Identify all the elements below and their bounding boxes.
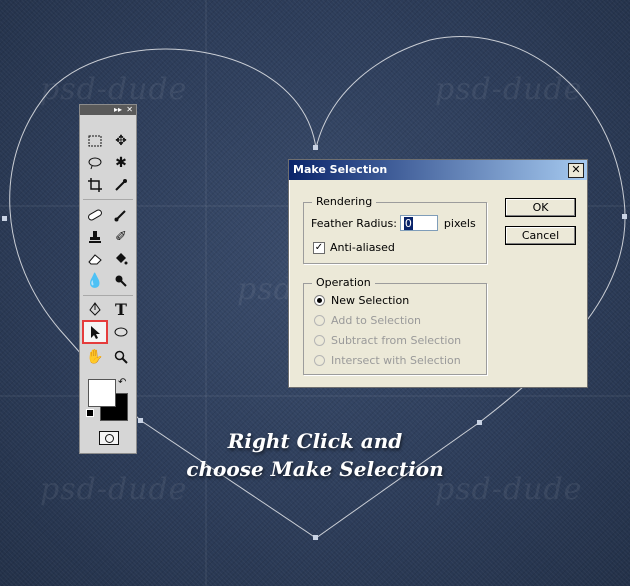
- droplet-icon: 💧: [86, 273, 104, 289]
- anchor-point: [138, 418, 143, 423]
- ok-button[interactable]: OK: [505, 198, 576, 217]
- caption-line-2: choose Make Selection: [186, 457, 444, 481]
- radio-button[interactable]: [314, 315, 325, 326]
- history-brush-tool[interactable]: ✐: [110, 227, 132, 247]
- tools-panel: ▸▸ ✕ ✥ ✱ ✐ 💧 T ✋ ↶: [79, 104, 137, 454]
- anchor-point: [313, 145, 318, 150]
- dodge-tool[interactable]: [110, 271, 132, 291]
- radio-button[interactable]: [314, 335, 325, 346]
- caption-line-1: Right Click and: [227, 429, 403, 453]
- magic-wand-icon: ✱: [115, 155, 127, 171]
- zoom-icon: [114, 350, 128, 364]
- eraser-tool[interactable]: [84, 249, 106, 269]
- arrow-pointer-icon: [91, 326, 100, 339]
- close-icon[interactable]: ✕: [568, 163, 584, 178]
- rendering-group-label: Rendering: [312, 195, 377, 208]
- history-brush-icon: ✐: [115, 229, 127, 245]
- hand-icon: ✋: [86, 349, 104, 365]
- anti-aliased-label: Anti-aliased: [330, 241, 395, 254]
- marquee-icon: [88, 135, 102, 147]
- quick-mask-button[interactable]: [99, 431, 119, 445]
- feather-radius-row: Feather Radius: 0 pixels: [311, 215, 476, 231]
- stamp-icon: [89, 231, 101, 243]
- zoom-tool[interactable]: [110, 347, 132, 367]
- operation-group-label: Operation: [312, 276, 375, 289]
- tutorial-caption: Right Click and choose Make Selection: [170, 427, 460, 483]
- hand-tool[interactable]: ✋: [84, 347, 106, 367]
- tools-panel-titlebar[interactable]: ▸▸ ✕: [80, 105, 136, 115]
- anti-aliased-checkbox[interactable]: ✓: [313, 241, 325, 254]
- dialog-titlebar[interactable]: Make Selection ✕: [289, 160, 587, 180]
- radio-label: Add to Selection: [331, 314, 422, 327]
- crop-icon: [88, 178, 102, 192]
- blur-tool[interactable]: 💧: [84, 271, 106, 291]
- healing-brush-tool[interactable]: [84, 205, 106, 225]
- separator: [83, 295, 133, 296]
- radio-intersect-with-selection[interactable]: Intersect with Selection: [314, 354, 461, 367]
- dodge-icon: [115, 275, 127, 287]
- bandage-icon: [88, 209, 102, 221]
- eyedropper-icon: [115, 179, 127, 191]
- cancel-button[interactable]: Cancel: [505, 226, 576, 245]
- move-icon: ✥: [115, 133, 127, 149]
- marquee-tool[interactable]: [84, 131, 106, 151]
- anchor-point: [2, 216, 7, 221]
- radio-button[interactable]: [314, 355, 325, 366]
- radio-label: Subtract from Selection: [331, 334, 462, 347]
- collapse-icon[interactable]: ▸▸: [114, 105, 122, 115]
- type-tool[interactable]: T: [110, 299, 132, 319]
- anchor-point: [622, 214, 627, 219]
- pen-icon: [89, 302, 101, 316]
- anti-aliased-row[interactable]: ✓ Anti-aliased: [313, 241, 395, 254]
- radio-new-selection[interactable]: New Selection: [314, 294, 409, 307]
- separator: [83, 199, 133, 200]
- radio-add-to-selection[interactable]: Add to Selection: [314, 314, 421, 327]
- close-icon[interactable]: ✕: [126, 105, 133, 115]
- lasso-icon: [88, 157, 102, 170]
- type-icon: T: [115, 299, 127, 319]
- radio-label: Intersect with Selection: [331, 354, 461, 367]
- radio-button[interactable]: [314, 295, 325, 306]
- checkmark-icon: ✓: [314, 241, 324, 253]
- eraser-icon: [88, 254, 102, 265]
- foreground-color-swatch[interactable]: [88, 379, 116, 407]
- brush-tool[interactable]: [110, 205, 132, 225]
- feather-unit-label: pixels: [443, 216, 476, 230]
- feather-radius-input[interactable]: 0: [399, 215, 438, 231]
- operation-group: Operation New Selection Add to Selection…: [303, 276, 487, 375]
- rendering-group: Rendering Feather Radius: 0 pixels ✓ Ant…: [303, 195, 487, 264]
- radio-label: New Selection: [331, 294, 410, 307]
- clone-stamp-tool[interactable]: [84, 227, 106, 247]
- paint-bucket-tool[interactable]: [110, 249, 132, 269]
- paint-bucket-icon: [116, 253, 128, 265]
- anchor-point: [313, 535, 318, 540]
- eyedropper-tool[interactable]: [110, 175, 132, 195]
- anchor-point: [477, 420, 482, 425]
- default-colors-icon[interactable]: [86, 409, 94, 417]
- feather-radius-label: Feather Radius:: [311, 216, 397, 230]
- ellipse-shape-tool[interactable]: [110, 322, 132, 342]
- radio-subtract-from-selection[interactable]: Subtract from Selection: [314, 334, 461, 347]
- path-selection-tool[interactable]: [82, 320, 108, 344]
- crop-tool[interactable]: [84, 175, 106, 195]
- swap-colors-icon[interactable]: ↶: [118, 377, 126, 388]
- pen-tool[interactable]: [84, 299, 106, 319]
- move-tool[interactable]: ✥: [110, 131, 132, 151]
- lasso-tool[interactable]: [84, 153, 106, 173]
- brush-icon: [114, 210, 126, 222]
- dialog-title: Make Selection: [293, 163, 388, 176]
- magic-wand-tool[interactable]: ✱: [110, 153, 132, 173]
- make-selection-dialog: Make Selection ✕ Rendering Feather Radiu…: [288, 159, 588, 388]
- quick-mask-icon: [105, 434, 114, 443]
- ellipse-icon: [114, 327, 128, 337]
